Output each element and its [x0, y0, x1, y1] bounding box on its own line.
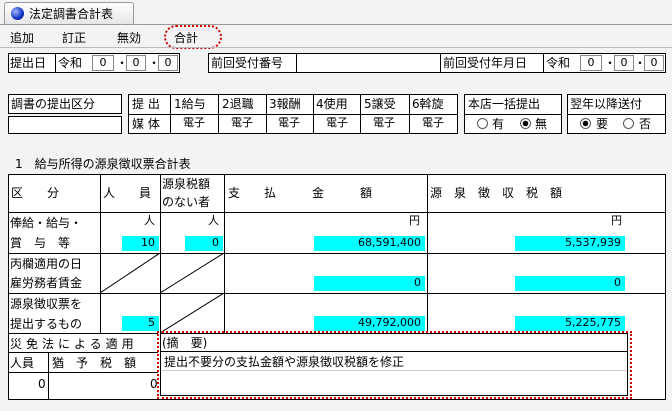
media-kyuyo[interactable]: 電子 — [176, 116, 212, 132]
radio-yokunen-yes[interactable] — [580, 118, 591, 129]
radio-ikkatsu-yes[interactable] — [477, 118, 488, 129]
radio-ikkatsu-no[interactable] — [520, 118, 531, 129]
yokunen-no-label: 否 — [639, 117, 652, 131]
ikkatsu-label: 本店一括提出 — [468, 97, 541, 111]
tekiyo-highlight — [157, 331, 632, 399]
section-title: 1 給与所得の源泉徴収票合計表 — [15, 157, 191, 171]
menu-correct[interactable]: 訂正 — [62, 31, 86, 45]
header-gensen: 源 泉 徴 収 税 額 — [430, 186, 563, 200]
saimen-jinin-label: 人員 — [10, 356, 35, 370]
media-taishoku[interactable]: 電子 — [224, 116, 260, 132]
row3-jinin[interactable]: 5 — [122, 316, 159, 331]
row2-shiharai[interactable]: 0 — [314, 276, 425, 291]
row2-gensen[interactable]: 0 — [515, 276, 625, 291]
saimen-jinin-value[interactable]: 0 — [38, 377, 46, 391]
col-joju: 5譲受 — [364, 97, 396, 111]
row2-label-1: 丙欄適用の日 — [10, 257, 83, 271]
media-joju[interactable]: 電子 — [366, 116, 402, 132]
header-kubun: 区 分 — [11, 186, 60, 200]
media-assen[interactable]: 電子 — [414, 116, 452, 132]
prev-month-input[interactable]: 0 — [614, 55, 634, 71]
unit-nin-1: 人 — [144, 214, 155, 227]
submit-date-label: 提出日 — [10, 56, 47, 70]
submit-day-input[interactable]: 0 — [158, 55, 178, 71]
prev-day-input[interactable]: 0 — [644, 55, 664, 71]
ikkatsu-no-label: 無 — [535, 117, 548, 131]
row1-label-2: 賞 与 等 — [10, 236, 71, 250]
col-kyuyo: 1給与 — [174, 97, 206, 111]
row3-label-1: 源泉徴収票を — [10, 297, 83, 311]
prev-era-label: 令和 — [546, 56, 571, 70]
col-hoshu: 3報酬 — [269, 97, 301, 111]
window-title: 法定調書合計表 — [29, 7, 114, 21]
header-nashi-2: のない者 — [162, 195, 211, 209]
unit-en-1: 円 — [409, 214, 420, 227]
prev-date-label: 前回受付年月日 — [443, 56, 528, 70]
col-taishoku: 2退職 — [222, 97, 254, 111]
media-hoshu[interactable]: 電子 — [271, 116, 307, 132]
media-shiyo[interactable]: 電子 — [319, 116, 355, 132]
ikkatsu-yes-label: 有 — [492, 117, 505, 131]
baitai-label: 媒 体 — [132, 117, 160, 131]
row3-diagonal — [160, 293, 224, 333]
submit-year-input[interactable]: 0 — [92, 55, 114, 71]
row1-gensen[interactable]: 5,537,939 — [515, 236, 625, 251]
saimen-yuyo-label: 猶 予 税 額 — [52, 356, 137, 370]
row2-diagonal — [100, 253, 224, 293]
unit-en-2: 円 — [611, 214, 622, 227]
teishutsu-label: 提 出 — [132, 97, 160, 111]
prev-no-label: 前回受付番号 — [211, 56, 284, 70]
col-shiyo: 4使用 — [316, 97, 348, 111]
row1-label-1: 俸給・給与・ — [10, 216, 83, 230]
teishutsu-kubun-label: 調書の提出区分 — [11, 97, 96, 111]
menu-add[interactable]: 追加 — [10, 31, 34, 45]
row1-nashi[interactable]: 0 — [185, 236, 223, 251]
menu-invalid[interactable]: 無効 — [117, 31, 141, 45]
yokunen-yes-label: 要 — [596, 117, 609, 131]
col-assen: 6斡旋 — [412, 97, 444, 111]
title-tab: 法定調書合計表 — [4, 2, 134, 24]
prev-no-input[interactable] — [298, 55, 438, 71]
row2-label-2: 雇労務者賃金 — [10, 276, 83, 290]
row3-gensen[interactable]: 5,225,775 — [515, 316, 625, 331]
unit-nin-2: 人 — [208, 214, 219, 227]
row1-shiharai[interactable]: 68,591,400 — [314, 236, 425, 251]
row3-label-2: 提出するもの — [10, 317, 83, 331]
saimen-label: 災免法による適用 — [10, 337, 138, 351]
header-nashi-1: 源泉税額 — [162, 177, 211, 191]
submit-month-input[interactable]: 0 — [126, 55, 146, 71]
yokunen-label: 翌年以降送付 — [570, 97, 643, 111]
menu-bar: 追加 訂正 無効 合計 — [0, 25, 672, 49]
app-icon — [11, 7, 24, 20]
era-label: 令和 — [58, 56, 83, 70]
row3-shiharai[interactable]: 49,792,000 — [314, 316, 425, 331]
menu-total[interactable]: 合計 — [174, 31, 198, 45]
radio-yokunen-no[interactable] — [623, 118, 634, 129]
row1-jinin[interactable]: 10 — [122, 236, 159, 251]
header-jinin: 人 員 — [103, 186, 152, 200]
prev-year-input[interactable]: 0 — [580, 55, 602, 71]
header-shiharai: 支 払 金 額 — [228, 186, 373, 200]
